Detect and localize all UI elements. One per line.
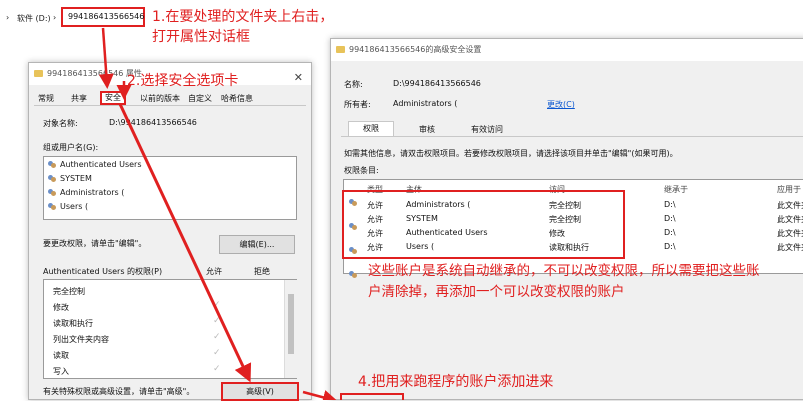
annotation-arrows xyxy=(98,27,338,400)
arrow-to-advanced-dialog xyxy=(302,390,338,400)
arrow-step1 xyxy=(98,27,114,89)
arrow-to-advanced xyxy=(118,103,252,383)
